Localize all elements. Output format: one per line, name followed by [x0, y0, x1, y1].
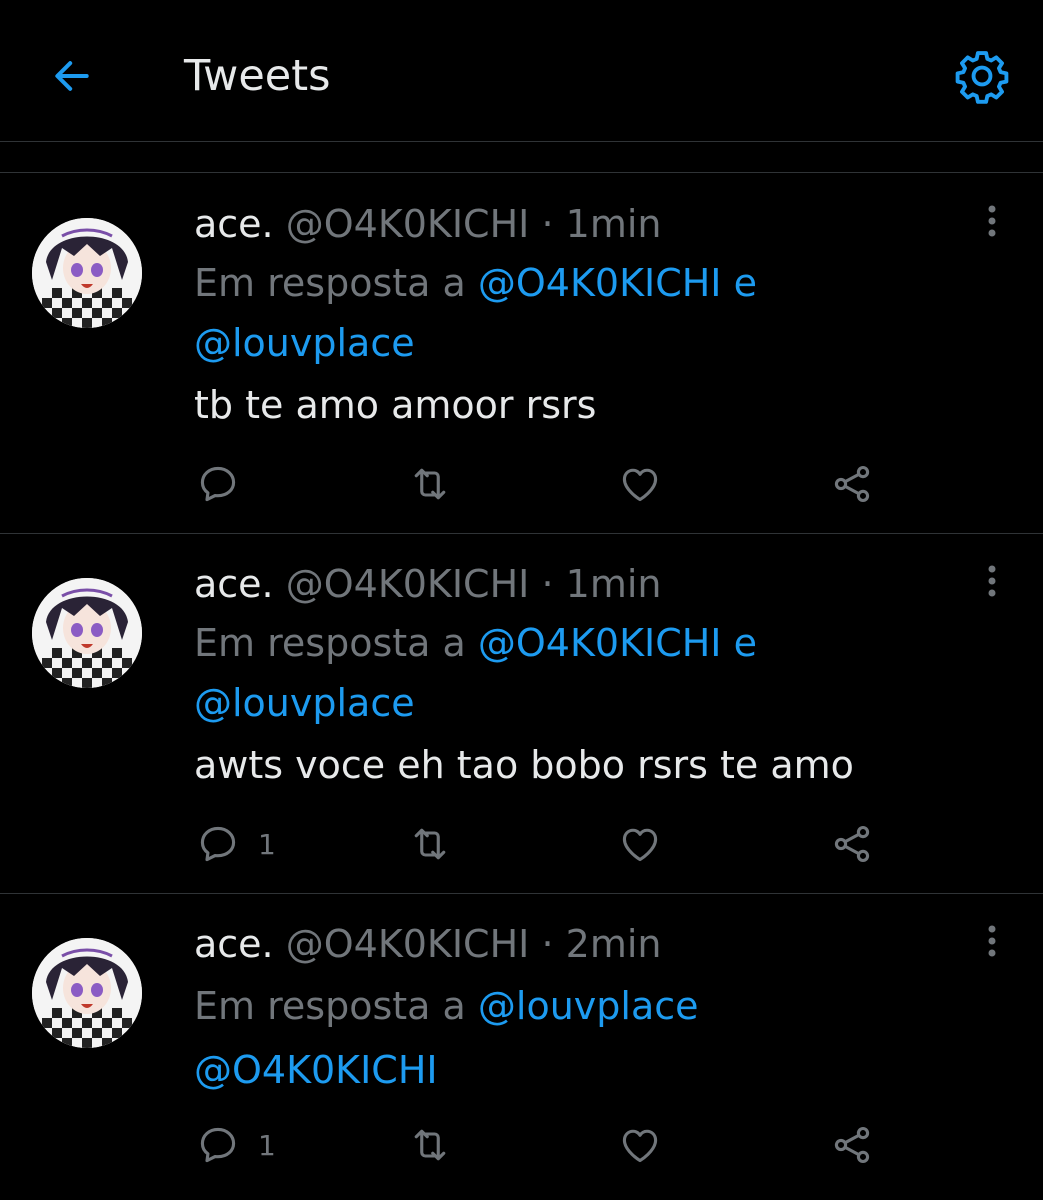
reply-button[interactable]: 1 — [196, 1121, 276, 1169]
separator-dot: · — [541, 562, 554, 606]
retweet-button[interactable] — [408, 1121, 452, 1169]
gear-icon — [955, 51, 1009, 104]
display-name[interactable]: ace. — [194, 202, 274, 246]
separator-dot: · — [541, 922, 554, 966]
tweet-actions: 1 — [194, 1121, 894, 1169]
user-handle[interactable]: @O4K0KICHI — [286, 562, 530, 606]
heart-icon — [622, 828, 658, 862]
heart-icon — [622, 1129, 658, 1163]
arrow-left-icon — [55, 61, 89, 91]
separator-dot: · — [541, 202, 554, 246]
share-icon — [834, 1126, 870, 1164]
avatar[interactable] — [32, 578, 142, 688]
reply-prefix: Em resposta a — [194, 621, 466, 665]
retweet-button[interactable] — [408, 820, 452, 868]
avatar-image — [32, 578, 142, 688]
reply-icon — [200, 826, 236, 862]
timestamp[interactable]: 1min — [566, 562, 662, 606]
reply-count: 1 — [258, 827, 276, 861]
tweet-header: ace. @O4K0KICHI · 2min — [194, 920, 661, 968]
tweet-text: awts voce eh tao bobo rsrs te amo — [194, 743, 854, 787]
more-vertical-icon — [988, 205, 996, 237]
user-handle[interactable]: @O4K0KICHI — [286, 202, 530, 246]
settings-button[interactable] — [950, 44, 1014, 108]
reply-context: Em resposta a @louvplace @O4K0KICHI — [194, 974, 954, 1102]
display-name[interactable]: ace. — [194, 922, 274, 966]
reply-icon — [200, 1127, 236, 1163]
retweet-icon — [414, 1129, 446, 1161]
top-bar: Tweets — [0, 0, 1043, 142]
reply-context: Em resposta a @O4K0KICHI e @louvplace — [194, 253, 954, 373]
reply-button[interactable] — [196, 460, 258, 508]
share-button[interactable] — [830, 460, 874, 508]
more-options-button[interactable] — [972, 197, 1012, 245]
share-icon — [834, 465, 870, 503]
tweet-actions — [194, 460, 894, 508]
like-button[interactable] — [618, 820, 662, 868]
retweet-icon — [414, 468, 446, 500]
mention-link[interactable]: @O4K0KICHI — [194, 1048, 438, 1092]
mention-link[interactable]: @louvplace — [194, 321, 415, 365]
share-button[interactable] — [830, 820, 874, 868]
back-button[interactable] — [44, 48, 100, 104]
more-options-button[interactable] — [972, 557, 1012, 605]
tweet[interactable]: ace. @O4K0KICHI · 2min Em resposta a @lo… — [0, 894, 1043, 1200]
like-button[interactable] — [618, 460, 662, 508]
reply-button[interactable]: 1 — [196, 820, 276, 868]
mention-link[interactable]: @louvplace — [194, 681, 415, 725]
avatar-image — [32, 938, 142, 1048]
more-vertical-icon — [988, 565, 996, 597]
retweet-button[interactable] — [408, 460, 452, 508]
reply-context: Em resposta a @O4K0KICHI e @louvplace — [194, 613, 954, 733]
page-title: Tweets — [184, 51, 331, 101]
avatar[interactable] — [32, 218, 142, 328]
reply-count: 1 — [258, 1128, 276, 1162]
tweet[interactable]: ace. @O4K0KICHI · 1min Em resposta a @O4… — [0, 173, 1043, 533]
mention-link[interactable]: @O4K0KICHI e — [478, 621, 757, 665]
reply-prefix: Em resposta a — [194, 984, 466, 1028]
like-button[interactable] — [618, 1121, 662, 1169]
reply-icon — [200, 466, 236, 502]
user-handle[interactable]: @O4K0KICHI — [286, 922, 530, 966]
retweet-icon — [414, 828, 446, 860]
tweet-actions: 1 — [194, 820, 894, 868]
mention-link[interactable]: @O4K0KICHI e — [478, 261, 757, 305]
mention-link[interactable]: @louvplace — [478, 984, 699, 1028]
reply-prefix: Em resposta a — [194, 261, 466, 305]
timestamp[interactable]: 1min — [566, 202, 662, 246]
tweet[interactable]: ace. @O4K0KICHI · 1min Em resposta a @O4… — [0, 534, 1043, 893]
timestamp[interactable]: 2min — [566, 922, 662, 966]
avatar-image — [32, 218, 142, 328]
more-options-button[interactable] — [972, 917, 1012, 965]
tweet-text: tb te amo amoor rsrs — [194, 383, 597, 427]
share-button[interactable] — [830, 1121, 874, 1169]
share-icon — [834, 825, 870, 863]
heart-icon — [622, 468, 658, 502]
tweet-header: ace. @O4K0KICHI · 1min — [194, 200, 661, 248]
tweet-header: ace. @O4K0KICHI · 1min — [194, 560, 661, 608]
avatar[interactable] — [32, 938, 142, 1048]
more-vertical-icon — [988, 925, 996, 957]
display-name[interactable]: ace. — [194, 562, 274, 606]
